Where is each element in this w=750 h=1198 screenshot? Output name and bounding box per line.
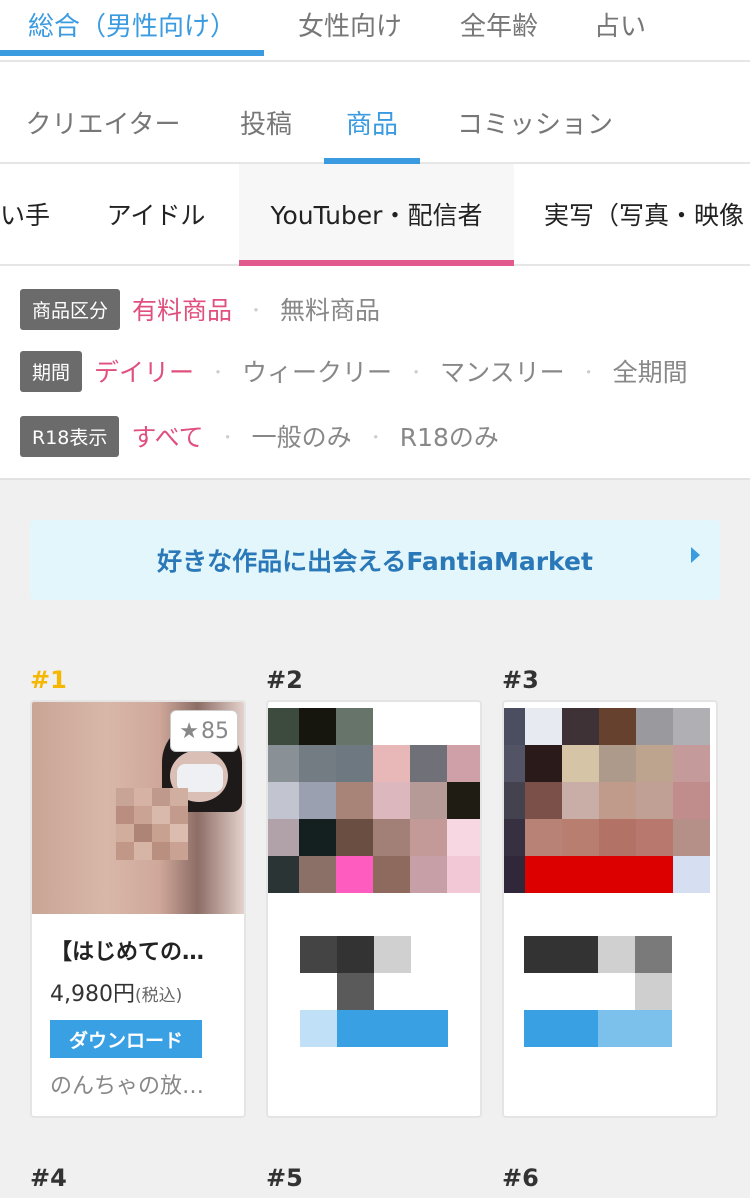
filter-weekly[interactable]: ウィークリー <box>242 353 392 389</box>
category-tabs: 総合（男性向け） 女性向け 全年齢 占い <box>0 0 750 62</box>
filter-panel: 商品区分 有料商品 ・ 無料商品 期間 デイリー ・ ウィークリー ・ マンスリ… <box>0 266 750 480</box>
filter-type-label: 商品区分 <box>20 288 121 330</box>
tab-youtuber[interactable]: YouTuber・配信者 <box>239 164 514 266</box>
filter-all[interactable]: すべて <box>131 418 203 454</box>
banner-text: 好きな作品に出会えるFantiaMarket <box>157 547 593 576</box>
chevron-right-icon <box>691 547 700 563</box>
product-title[interactable]: 【はじめての… <box>50 934 204 966</box>
star-icon: ★ <box>179 718 199 744</box>
separator: ・ <box>219 428 236 447</box>
filter-period-row: 期間 デイリー ・ ウィークリー ・ マンスリー ・ 全期間 <box>20 350 688 392</box>
filter-general-only[interactable]: 一般のみ <box>252 418 352 454</box>
product-card-1[interactable]: ★ 85 【はじめての… 4,980円(税込) ダウンロード のんちゃの放… <box>30 700 246 1118</box>
ranking-type-tabs: クリエイター 投稿 商品 コミッション <box>0 62 750 164</box>
download-badge: ダウンロード <box>50 1020 202 1058</box>
filter-r18-row: R18表示 すべて ・ 一般のみ ・ R18のみ <box>20 415 499 457</box>
text-mosaic <box>300 936 448 1047</box>
tab-products[interactable]: 商品 <box>324 82 420 164</box>
rank-label-1: #1 <box>30 666 67 694</box>
filter-monthly[interactable]: マンスリー <box>440 353 565 389</box>
tab-all-ages[interactable]: 全年齢 <box>440 0 558 54</box>
tab-commission[interactable]: コミッション <box>440 82 630 162</box>
separator: ・ <box>248 301 265 320</box>
favorite-badge[interactable]: ★ 85 <box>170 710 238 752</box>
rank-label-3: #3 <box>502 666 539 694</box>
tab-genre-partial[interactable]: い手 <box>0 164 60 264</box>
fantia-market-banner[interactable]: 好きな作品に出会えるFantiaMarket <box>30 520 720 600</box>
thumb-mosaic <box>504 708 710 893</box>
product-card-2[interactable] <box>266 700 482 1118</box>
shop-name[interactable]: のんちゃの放… <box>50 1068 204 1100</box>
rank-label-4: #4 <box>30 1164 67 1192</box>
tab-fortune[interactable]: 占い <box>578 0 662 54</box>
text-mosaic <box>524 936 672 1047</box>
separator: ・ <box>367 428 384 447</box>
filter-paid[interactable]: 有料商品 <box>132 291 232 327</box>
tab-general-male[interactable]: 総合（男性向け） <box>0 0 264 56</box>
rank-label-2: #2 <box>266 666 303 694</box>
filter-all-time[interactable]: 全期間 <box>613 353 688 389</box>
separator: ・ <box>580 363 597 382</box>
favorite-count: 85 <box>201 718 229 744</box>
filter-free[interactable]: 無料商品 <box>280 291 380 327</box>
thumb-mosaic <box>268 708 480 893</box>
rank-label-5: #5 <box>266 1164 303 1192</box>
filter-r18-only[interactable]: R18のみ <box>400 418 499 454</box>
filter-daily[interactable]: デイリー <box>94 353 194 389</box>
tab-posts[interactable]: 投稿 <box>222 82 310 162</box>
price-tax-note: (税込) <box>134 986 183 1006</box>
filter-type-row: 商品区分 有料商品 ・ 無料商品 <box>20 288 380 330</box>
price-value: 4,980円 <box>50 982 135 1007</box>
filter-r18-label: R18表示 <box>20 415 120 457</box>
separator: ・ <box>210 363 227 382</box>
tab-live-action[interactable]: 実写（写真・映像 <box>534 164 750 264</box>
tab-idol[interactable]: アイドル <box>88 164 224 264</box>
genre-tabs: い手 アイドル YouTuber・配信者 実写（写真・映像 <box>0 164 750 266</box>
separator: ・ <box>408 363 425 382</box>
rank-label-6: #6 <box>502 1164 539 1192</box>
product-price: 4,980円(税込) <box>50 976 182 1008</box>
tab-creator[interactable]: クリエイター <box>0 82 206 162</box>
thumb-mosaic <box>116 788 188 860</box>
filter-period-label: 期間 <box>20 350 83 392</box>
tab-female[interactable]: 女性向け <box>280 0 420 54</box>
product-thumbnail[interactable]: ★ 85 <box>32 702 244 914</box>
product-card-3[interactable] <box>502 700 718 1118</box>
